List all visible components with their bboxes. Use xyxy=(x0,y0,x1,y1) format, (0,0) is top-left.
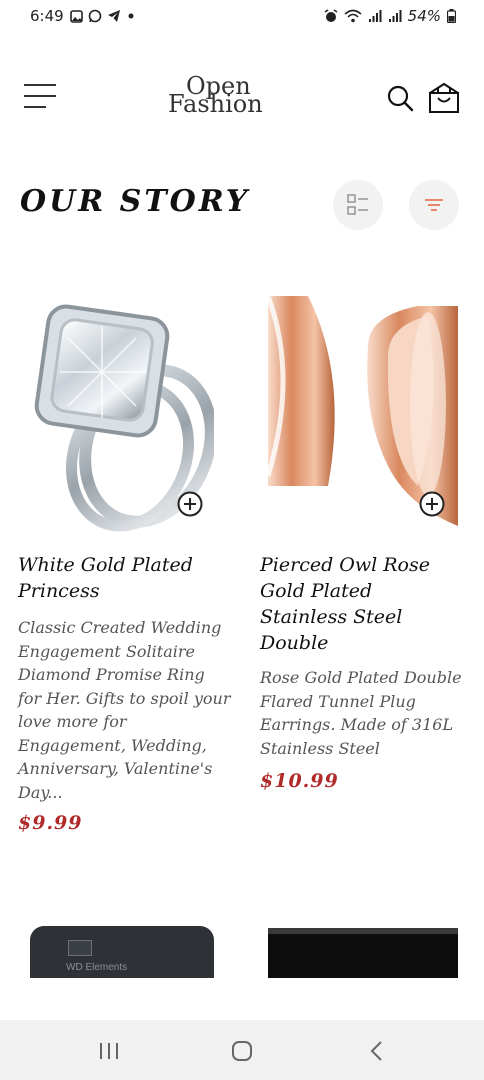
view-toggle-button[interactable] xyxy=(333,180,383,230)
wifi-icon xyxy=(344,9,362,23)
signal-icon xyxy=(388,10,402,22)
app-header: Open Fashion xyxy=(0,60,484,136)
hamburger-icon[interactable] xyxy=(24,84,58,110)
logo-line-fashion: Fashion xyxy=(168,90,263,118)
signal-icon xyxy=(368,10,382,22)
telegram-icon xyxy=(108,10,120,22)
product-description: Classic Created Wedding Engagement Solit… xyxy=(18,618,231,802)
product-title[interactable]: White Gold Plated Princess xyxy=(18,552,223,604)
section-title: OUR STORY xyxy=(20,184,251,219)
status-bar: 6:49 54% xyxy=(0,0,484,34)
product-card[interactable]: Pierced Owl Rose Gold Plated Stainless S… xyxy=(260,286,470,806)
recent-apps-icon[interactable] xyxy=(96,1038,122,1064)
dot-icon xyxy=(128,13,134,19)
filter-icon xyxy=(425,199,443,211)
battery-icon xyxy=(447,9,456,23)
whatsapp-icon xyxy=(88,9,102,23)
product-price: $9.99 xyxy=(18,812,83,834)
alarm-icon xyxy=(324,9,338,22)
product-image-dark[interactable] xyxy=(268,926,458,978)
product-image-hard-drive[interactable]: WD Elements xyxy=(30,926,214,978)
add-to-cart-icon[interactable] xyxy=(418,490,446,518)
gallery-icon xyxy=(70,9,83,23)
hard-drive-label: WD Elements xyxy=(66,962,128,973)
product-title[interactable]: Pierced Owl Rose Gold Plated Stainless S… xyxy=(260,552,435,656)
status-time: 6:49 xyxy=(30,7,64,25)
home-icon[interactable] xyxy=(229,1038,255,1064)
app-logo[interactable]: Open Fashion xyxy=(168,74,278,124)
add-to-cart-icon[interactable] xyxy=(176,490,204,518)
list-view-icon xyxy=(347,194,368,215)
product-card[interactable]: White Gold Plated Princess Classic Creat… xyxy=(18,286,231,846)
product-description: Rose Gold Plated Double Flared Tunnel Pl… xyxy=(260,668,462,758)
search-icon[interactable] xyxy=(386,84,414,112)
battery-percent: 54% xyxy=(407,7,441,25)
back-icon[interactable] xyxy=(364,1038,390,1064)
shopping-bag-icon[interactable] xyxy=(428,80,460,114)
product-price: $10.99 xyxy=(260,770,339,792)
filter-button[interactable] xyxy=(409,180,459,230)
system-nav-bar xyxy=(0,1020,484,1080)
